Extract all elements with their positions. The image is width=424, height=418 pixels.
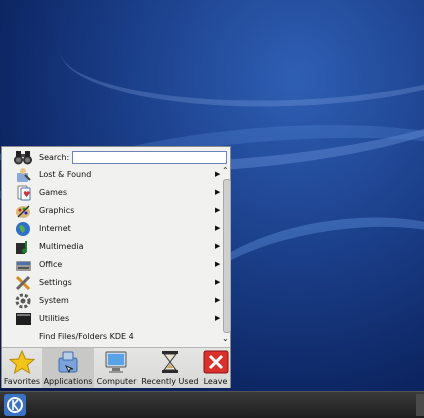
menu-item-internet[interactable]: Internet ▶ bbox=[2, 220, 224, 238]
search-input[interactable] bbox=[72, 151, 227, 164]
svg-text:♥: ♥ bbox=[23, 190, 30, 199]
computer-icon bbox=[103, 350, 129, 374]
games-icon: ♥ bbox=[15, 185, 32, 201]
submenu-arrow-icon: ▶ bbox=[215, 170, 221, 178]
menu-item-settings[interactable]: Settings ▶ bbox=[2, 274, 224, 292]
submenu-arrow-icon: ▶ bbox=[215, 314, 221, 322]
utilities-icon bbox=[15, 311, 32, 327]
scroll-up-icon[interactable]: ⌃ bbox=[222, 167, 229, 175]
menu-item-multimedia[interactable]: Multimedia ▶ bbox=[2, 238, 224, 256]
list-scrollbar[interactable]: ⌃ ⌄ bbox=[222, 167, 231, 347]
menu-item-find-files[interactable]: Find Files/Folders KDE 4 bbox=[2, 328, 224, 346]
kickoff-menu: Search: Lost & Found ▶ ♥ Games ▶ Graphic… bbox=[1, 146, 231, 388]
tab-computer[interactable]: Computer bbox=[94, 348, 139, 388]
tab-leave[interactable]: Leave bbox=[201, 348, 230, 388]
submenu-arrow-icon: ▶ bbox=[215, 188, 221, 196]
menu-item-games[interactable]: ♥ Games ▶ bbox=[2, 184, 224, 202]
submenu-arrow-icon: ▶ bbox=[215, 260, 221, 268]
settings-icon bbox=[15, 275, 32, 291]
search-label: Search: bbox=[39, 153, 70, 162]
menu-item-utilities[interactable]: Utilities ▶ bbox=[2, 310, 224, 328]
binoculars-icon bbox=[13, 149, 33, 166]
submenu-arrow-icon: ▶ bbox=[215, 242, 221, 250]
tab-bar: Favorites Applications Computer Recently… bbox=[2, 347, 230, 388]
kde-menu-button[interactable] bbox=[4, 394, 26, 416]
submenu-arrow-icon: ▶ bbox=[215, 278, 221, 286]
hourglass-icon bbox=[157, 350, 183, 374]
office-icon bbox=[15, 257, 32, 273]
applications-icon bbox=[55, 350, 81, 374]
internet-icon bbox=[15, 221, 32, 237]
star-icon bbox=[8, 349, 36, 375]
leave-icon bbox=[203, 350, 229, 374]
menu-item-graphics[interactable]: Graphics ▶ bbox=[2, 202, 224, 220]
submenu-arrow-icon: ▶ bbox=[215, 206, 221, 214]
search-row: Search: bbox=[2, 147, 230, 168]
lost-found-icon bbox=[15, 167, 32, 183]
tab-favorites[interactable]: Favorites bbox=[2, 348, 42, 388]
submenu-arrow-icon: ▶ bbox=[215, 224, 221, 232]
system-icon bbox=[15, 293, 32, 309]
submenu-arrow-icon: ▶ bbox=[215, 296, 221, 304]
multimedia-icon bbox=[15, 239, 32, 255]
scroll-thumb[interactable] bbox=[223, 179, 231, 333]
panel-edge bbox=[416, 394, 424, 416]
menu-item-system[interactable]: System ▶ bbox=[2, 292, 224, 310]
graphics-icon bbox=[15, 203, 32, 219]
menu-item-lost-found[interactable]: Lost & Found ▶ bbox=[2, 166, 224, 184]
taskbar-panel bbox=[0, 391, 424, 418]
scroll-down-icon[interactable]: ⌄ bbox=[222, 335, 229, 343]
menu-item-office[interactable]: Office ▶ bbox=[2, 256, 224, 274]
tab-recently-used[interactable]: Recently Used bbox=[139, 348, 201, 388]
tab-applications[interactable]: Applications bbox=[42, 348, 94, 388]
